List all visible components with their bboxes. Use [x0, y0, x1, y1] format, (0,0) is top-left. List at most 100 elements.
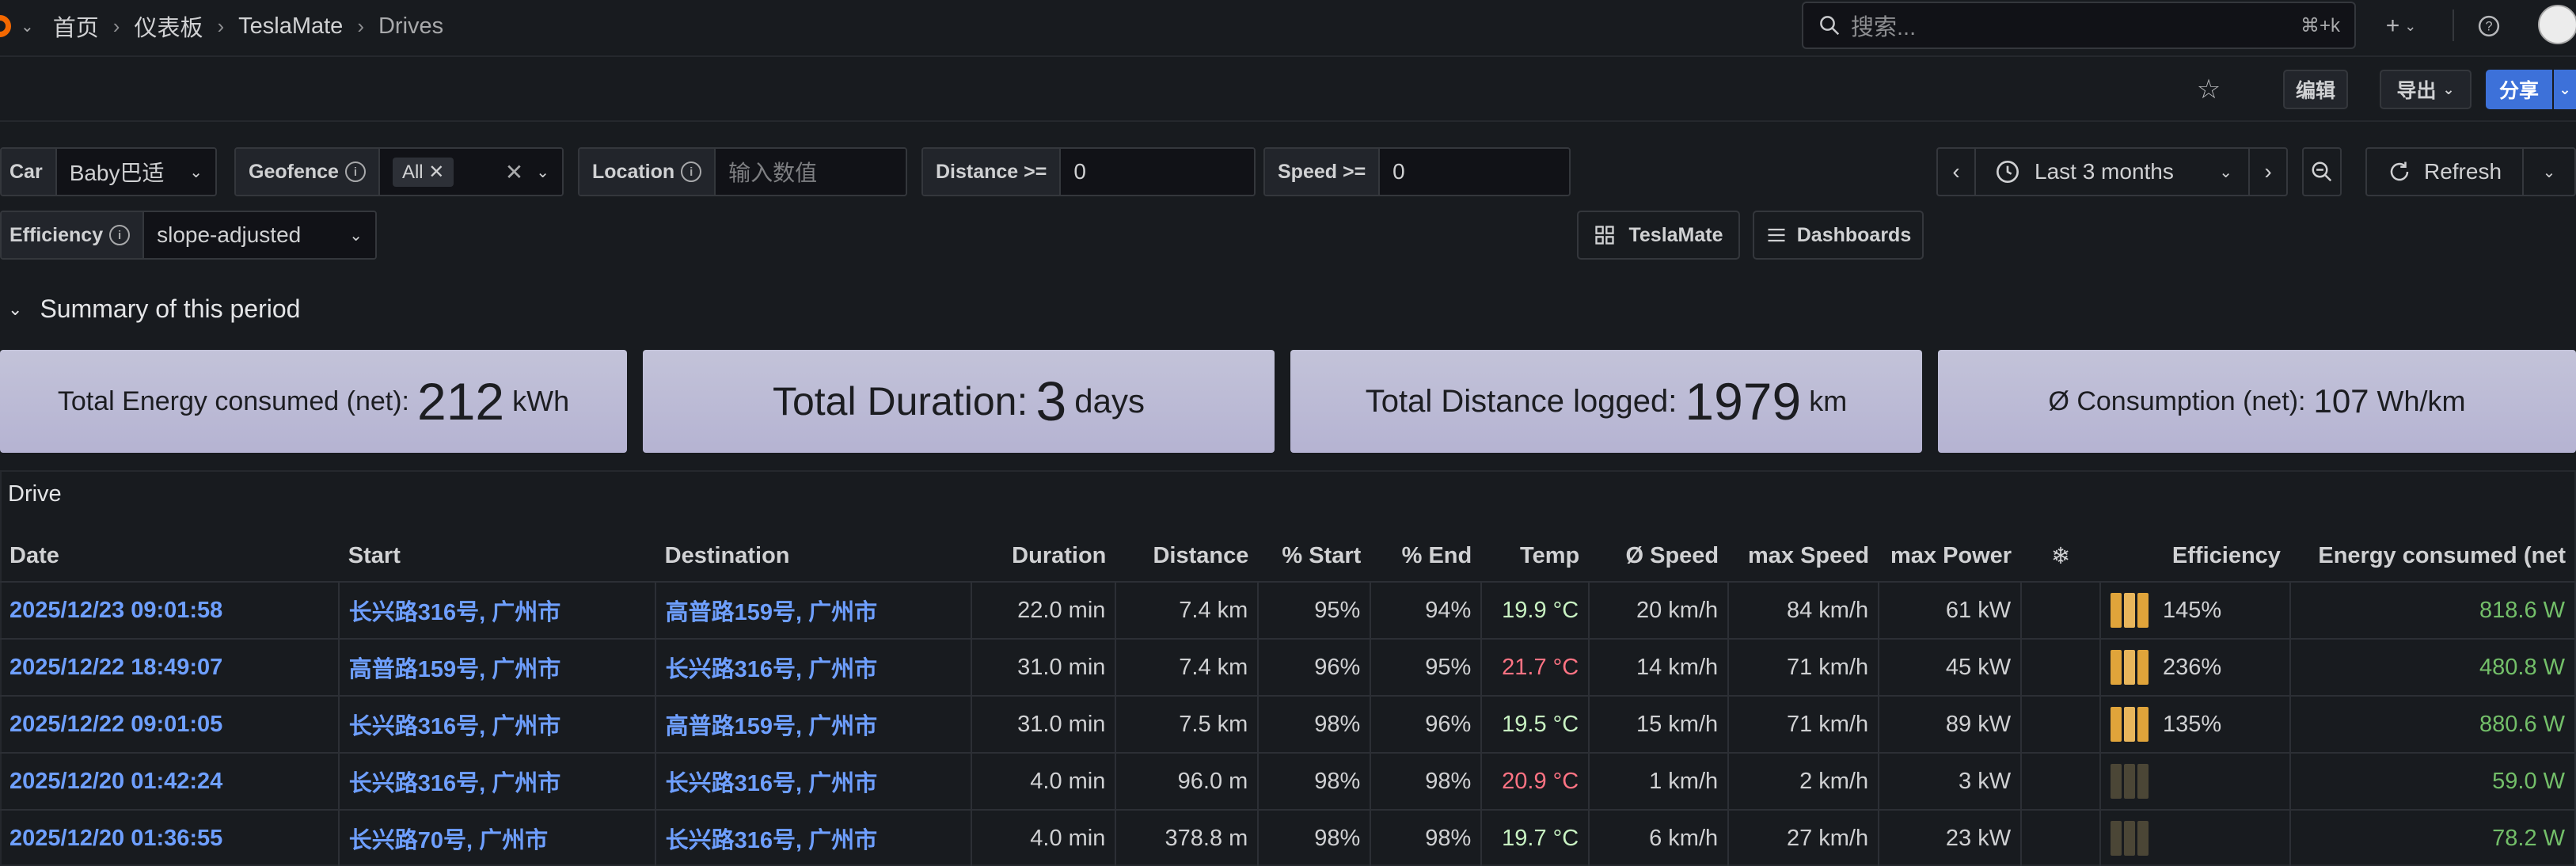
dashboards-link[interactable]: Dashboards [1753, 211, 1924, 260]
destination-address-link[interactable]: 高普路159号, 广州市 [655, 695, 973, 753]
share-button[interactable]: 分享 [2486, 70, 2552, 109]
column-header-max-power[interactable]: max Power [1879, 530, 2022, 583]
column-header-avg-speed[interactable]: Ø Speed [1589, 530, 1729, 583]
distance-input[interactable]: 0 [1061, 149, 1254, 195]
time-range-forward-button[interactable]: › [2248, 147, 2288, 196]
destination-address-link[interactable]: 长兴路316号, 广州市 [655, 809, 973, 866]
dashboards-link-label: Dashboards [1796, 223, 1912, 246]
column-header-pct-end[interactable]: % End [1370, 530, 1482, 583]
temperature-cell: 20.9 °C [1481, 752, 1590, 810]
location-input[interactable]: 输入数值 [716, 149, 906, 195]
column-header-temp[interactable]: Temp [1481, 530, 1590, 583]
climate-cell [2021, 695, 2102, 753]
svg-text:?: ? [2485, 20, 2492, 34]
chip-remove-icon[interactable]: ✕ [428, 161, 444, 183]
gauge-segment [2111, 764, 2122, 799]
drive-date-link[interactable]: 2025/12/23 09:01:58 [0, 581, 340, 639]
avatar[interactable] [2538, 5, 2576, 44]
column-header-efficiency[interactable]: Efficiency [2100, 530, 2290, 583]
start-address-link[interactable]: 长兴路316号, 广州市 [338, 695, 656, 753]
column-header-climate[interactable]: ❄ [2021, 530, 2101, 583]
efficiency-variable: Efficiency i slope-adjusted ⌄ [0, 211, 377, 260]
percent-start-cell: 96% [1258, 638, 1372, 696]
table-row[interactable]: 2025/12/22 09:01:05 长兴路316号, 广州市 高普路159号, … [0, 695, 2576, 753]
breadcrumb-teslamate[interactable]: TeslaMate [238, 13, 343, 40]
drive-date-link[interactable]: 2025/12/22 09:01:05 [0, 695, 340, 753]
distance-cell: 7.5 km [1115, 695, 1260, 753]
chevron-right-icon: › [2264, 159, 2272, 184]
table-row[interactable]: 2025/12/23 09:01:58 长兴路316号, 广州市 高普路159号, … [0, 581, 2576, 639]
percent-end-cell: 98% [1370, 752, 1483, 810]
start-address-link[interactable]: 长兴路70号, 广州市 [338, 809, 656, 866]
star-button[interactable]: ☆ [2190, 71, 2228, 108]
max-speed-cell: 71 km/h [1728, 695, 1880, 753]
refresh-icon [2390, 161, 2409, 181]
refresh-button[interactable]: Refresh [2365, 147, 2524, 196]
grafana-logo-icon[interactable] [0, 15, 11, 37]
table-row[interactable]: 2025/12/22 18:49:07 高普路159号, 广州市 长兴路316号, … [0, 638, 2576, 696]
time-range-back-button[interactable]: ‹ [1936, 147, 1976, 196]
column-header-destination[interactable]: Destination [655, 530, 972, 583]
export-button[interactable]: 导出 ⌄ [2380, 70, 2472, 109]
refresh-label: Refresh [2423, 159, 2502, 184]
drive-date-link[interactable]: 2025/12/22 18:49:07 [0, 638, 340, 696]
chevron-down-icon[interactable]: ⌄ [21, 17, 34, 36]
drive-table: Date Start Destination Duration Distance% St… [0, 530, 2576, 866]
max-speed-cell: 2 km/h [1728, 752, 1880, 810]
chevron-down-icon: ⌄ [349, 226, 363, 245]
geofence-select[interactable]: All ✕ ✕ ⌄ [379, 149, 562, 195]
location-variable: Location i 输入数值 [578, 147, 907, 196]
location-label: Location i [579, 149, 716, 195]
efficiency-value: 236% [2163, 654, 2222, 680]
help-button[interactable]: ? [2470, 8, 2508, 44]
search-input[interactable]: 搜索... ⌘+k [1802, 2, 2356, 49]
search-icon [1820, 16, 1840, 36]
energy-consumed-cell: 78.2 W [2289, 809, 2576, 866]
start-address-link[interactable]: 长兴路316号, 广州市 [338, 581, 656, 639]
speed-input[interactable]: 0 [1380, 149, 1569, 195]
distance-label: Distance >= [923, 149, 1062, 195]
breadcrumb-separator-icon: › [357, 13, 364, 38]
column-header-distance[interactable]: Distance [1115, 530, 1259, 583]
table-row[interactable]: 2025/12/20 01:42:24 长兴路316号, 广州市 长兴路316号, … [0, 752, 2576, 810]
geofence-label: Geofence i [236, 149, 380, 195]
summary-row-header[interactable]: ⌄ Summary of this period [8, 294, 300, 324]
refresh-interval-chevron-icon[interactable]: ⌄ [2522, 147, 2576, 196]
column-header-max-speed[interactable]: max Speed [1728, 530, 1879, 583]
destination-address-link[interactable]: 长兴路316号, 广州市 [655, 638, 973, 696]
car-select[interactable]: Baby巴适 ⌄ [56, 149, 215, 195]
teslamate-link[interactable]: TeslaMate [1577, 211, 1740, 260]
breadcrumb-home[interactable]: 首页 [53, 9, 99, 43]
table-body: 2025/12/23 09:01:58 长兴路316号, 广州市 高普路159号, … [0, 581, 2576, 866]
column-header-start[interactable]: Start [338, 530, 655, 583]
climate-cell [2021, 581, 2102, 639]
column-header-duration[interactable]: Duration [971, 530, 1116, 583]
zoom-out-button[interactable] [2302, 147, 2342, 196]
distance-cell: 378.8 m [1115, 809, 1260, 866]
efficiency-cell: 145% [2100, 581, 2291, 639]
edit-button[interactable]: 编辑 [2283, 70, 2348, 109]
table-row[interactable]: 2025/12/20 01:36:55 长兴路70号, 广州市 长兴路316号, 广… [0, 809, 2576, 866]
drive-date-link[interactable]: 2025/12/20 01:42:24 [0, 752, 340, 810]
clear-icon[interactable]: ✕ [505, 159, 523, 185]
add-menu-button[interactable]: + ⌄ [2375, 6, 2427, 46]
table-header-row: Date Start Destination Duration Distance% St… [0, 530, 2575, 583]
efficiency-value: 145% [2163, 597, 2222, 623]
breadcrumb-separator-icon: › [217, 13, 225, 38]
gauge-segment [2137, 707, 2149, 742]
efficiency-select[interactable]: slope-adjusted ⌄ [144, 212, 375, 258]
start-address-link[interactable]: 长兴路316号, 广州市 [338, 752, 656, 810]
gauge-segment [2111, 593, 2122, 628]
column-header-energy[interactable]: Energy consumed (net [2289, 530, 2575, 583]
start-address-link[interactable]: 高普路159号, 广州市 [338, 638, 656, 696]
destination-address-link[interactable]: 高普路159号, 广州市 [655, 581, 973, 639]
column-header-date[interactable]: Date [0, 530, 339, 583]
share-dropdown-chevron-icon[interactable]: ⌄ [2554, 70, 2576, 109]
drive-date-link[interactable]: 2025/12/20 01:36:55 [0, 809, 340, 866]
destination-address-link[interactable]: 长兴路316号, 广州市 [655, 752, 973, 810]
column-header-pct-start[interactable]: % Start [1258, 530, 1371, 583]
help-icon: ? [2478, 15, 2500, 37]
time-range-picker[interactable]: Last 3 months ⌄ [1974, 147, 2250, 196]
percent-end-cell: 98% [1370, 809, 1483, 866]
breadcrumb-dashboards[interactable]: 仪表板 [134, 9, 203, 43]
